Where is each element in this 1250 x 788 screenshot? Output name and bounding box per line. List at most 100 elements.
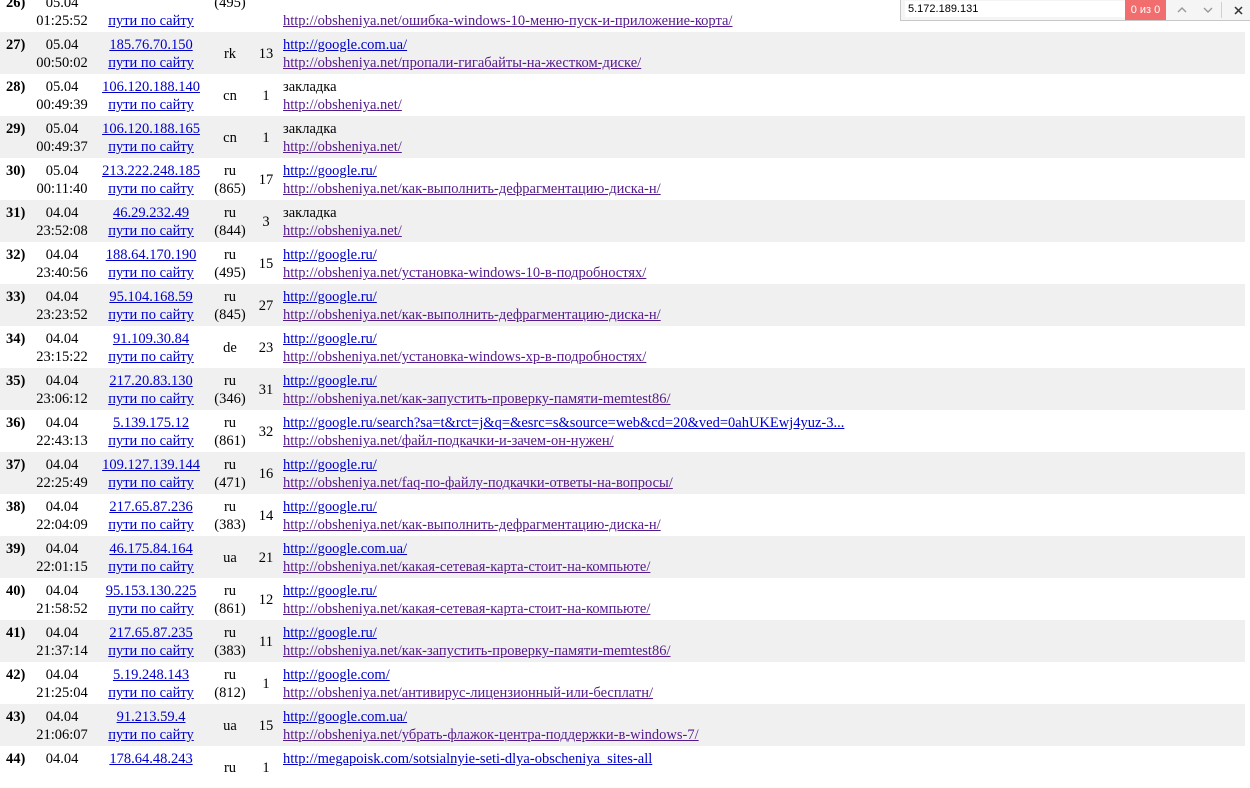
ip-link[interactable]: 217.20.83.130 bbox=[109, 373, 192, 389]
paths-line: пути по сайту bbox=[95, 138, 207, 156]
page-link[interactable]: http://obsheniya.net/как-выполнить-дефра… bbox=[283, 307, 661, 323]
referrer-link[interactable]: http://google.ru/ bbox=[283, 331, 377, 347]
referrer-link[interactable]: http://google.ru/ bbox=[283, 289, 377, 305]
ip-link[interactable]: 5.139.175.12 bbox=[113, 415, 189, 431]
page-link[interactable]: http://obsheniya.net/ bbox=[283, 139, 402, 155]
ip-link[interactable]: 91.213.59.4 bbox=[117, 709, 186, 725]
referrer-link[interactable]: http://google.com.ua/ bbox=[283, 37, 407, 53]
site-paths-link[interactable]: пути по сайту bbox=[108, 643, 194, 659]
page-link[interactable]: http://obsheniya.net/ bbox=[283, 223, 402, 239]
site-paths-link[interactable]: пути по сайту bbox=[108, 601, 194, 617]
site-paths-link[interactable]: пути по сайту bbox=[108, 391, 194, 407]
ip-line: 95.153.130.225 bbox=[95, 582, 207, 600]
page-link[interactable]: http://obsheniya.net/пропали-гигабайты-н… bbox=[283, 55, 641, 71]
visitor-ip-cell: 5.19.248.143 пути по сайту bbox=[95, 666, 207, 702]
site-paths-link[interactable]: пути по сайту bbox=[108, 727, 194, 743]
page-link[interactable]: http://obsheniya.net/как-запустить-прове… bbox=[283, 391, 670, 407]
visit-time: 01:25:52 bbox=[36, 13, 88, 29]
page-link[interactable]: http://obsheniya.net/ошибка-windows-10-м… bbox=[283, 13, 732, 29]
referrer-link[interactable]: http://google.ru/ bbox=[283, 247, 377, 263]
ip-line: 217.20.83.130 bbox=[95, 372, 207, 390]
ip-link[interactable]: 109.127.139.144 bbox=[102, 457, 200, 473]
referrer-link[interactable]: http://google.ru/ bbox=[283, 583, 377, 599]
row-number: 40) bbox=[6, 583, 26, 599]
page-link[interactable]: http://obsheniya.net/как-выполнить-дефра… bbox=[283, 517, 661, 533]
ip-link[interactable]: 106.120.188.165 bbox=[102, 121, 200, 137]
site-paths-link[interactable]: пути по сайту bbox=[108, 307, 194, 323]
site-paths-link[interactable]: пути по сайту bbox=[108, 517, 194, 533]
paths-line: пути по сайту bbox=[95, 222, 207, 240]
chevron-down-icon bbox=[1203, 7, 1213, 13]
paths-line: пути по сайту bbox=[95, 306, 207, 324]
referrer-link[interactable]: http://google.ru/ bbox=[283, 457, 377, 473]
visit-count: 23 bbox=[258, 340, 274, 356]
site-paths-link[interactable]: пути по сайту bbox=[108, 559, 194, 575]
find-input[interactable] bbox=[905, 1, 1127, 17]
page-link[interactable]: http://obsheniya.net/как-запустить-прове… bbox=[283, 643, 670, 659]
ip-link[interactable]: 95.153.130.225 bbox=[106, 583, 197, 599]
ip-line: 91.109.30.84 bbox=[95, 330, 207, 348]
ip-link[interactable]: 188.64.170.190 bbox=[106, 247, 197, 263]
referrer-link[interactable]: http://google.ru/search?sa=t&rct=j&q=&es… bbox=[283, 415, 844, 431]
page-link[interactable]: http://obsheniya.net/faq-по-файлу-подкач… bbox=[283, 475, 673, 491]
visit-datetime: 04.04 bbox=[33, 750, 91, 768]
find-previous-button[interactable] bbox=[1169, 0, 1195, 20]
page-link[interactable]: http://obsheniya.net/файл-подкачки-и-зач… bbox=[283, 433, 614, 449]
referrer-link[interactable]: http://google.ru/ bbox=[283, 625, 377, 641]
ip-link[interactable]: 46.29.232.49 bbox=[113, 205, 189, 221]
ip-link[interactable]: 178.64.48.243 bbox=[109, 751, 192, 767]
page-link[interactable]: http://obsheniya.net/убрать-флажок-центр… bbox=[283, 727, 699, 743]
site-paths-link[interactable]: пути по сайту bbox=[108, 97, 194, 113]
referrer-line: http://google.ru/ bbox=[283, 372, 670, 390]
site-paths-link[interactable]: пути по сайту bbox=[108, 13, 194, 29]
page-link[interactable]: http://obsheniya.net/как-выполнить-дефра… bbox=[283, 181, 661, 197]
site-paths-link[interactable]: пути по сайту bbox=[108, 349, 194, 365]
referrer-link[interactable]: http://google.ru/ bbox=[283, 163, 377, 179]
ip-link[interactable]: 106.120.188.140 bbox=[102, 79, 200, 95]
referrer-line: http://google.com.ua/ bbox=[283, 36, 641, 54]
visitor-ip-cell: 213.222.248.185 пути по сайту bbox=[95, 162, 207, 198]
region-code: (471) bbox=[214, 475, 246, 491]
visitor-location: rk bbox=[208, 45, 252, 63]
visitor-ip-cell: 91.109.30.84 пути по сайту bbox=[95, 330, 207, 366]
visitor-ip-cell: 91.213.59.4 пути по сайту bbox=[95, 708, 207, 744]
site-paths-link[interactable]: пути по сайту bbox=[108, 433, 194, 449]
page-link[interactable]: http://obsheniya.net/какая-сетевая-карта… bbox=[283, 601, 650, 617]
ip-link[interactable]: 5.19.248.143 bbox=[113, 667, 189, 683]
site-paths-link[interactable]: пути по сайту bbox=[108, 55, 194, 71]
find-close-button[interactable] bbox=[1225, 0, 1250, 20]
referrer-link[interactable]: http://megapoisk.com/sotsialnyie-seti-dl… bbox=[283, 751, 652, 767]
visitor-location: cn bbox=[208, 87, 252, 105]
site-paths-link[interactable]: пути по сайту bbox=[108, 139, 194, 155]
ip-link[interactable]: 217.65.87.235 bbox=[109, 625, 192, 641]
referrer-link[interactable]: http://google.com/ bbox=[283, 667, 390, 683]
referrer-link[interactable]: http://google.com.ua/ bbox=[283, 709, 407, 725]
site-paths-link[interactable]: пути по сайту bbox=[108, 223, 194, 239]
site-paths-link[interactable]: пути по сайту bbox=[108, 265, 194, 281]
row-number: 44) bbox=[6, 751, 26, 767]
region-code: (383) bbox=[214, 643, 246, 659]
page-link[interactable]: http://obsheniya.net/установка-windows-1… bbox=[283, 265, 646, 281]
ip-link[interactable]: 91.109.30.84 bbox=[113, 331, 189, 347]
table-row: 39) 04.04 22:01:15 46.175.84.164 пути по сай… bbox=[0, 536, 1245, 578]
referrer-link[interactable]: http://google.com.ua/ bbox=[283, 541, 407, 557]
site-paths-link[interactable]: пути по сайту bbox=[108, 475, 194, 491]
ip-link[interactable]: 185.76.70.150 bbox=[109, 37, 192, 53]
site-paths-link[interactable]: пути по сайту bbox=[108, 685, 194, 701]
page-link[interactable]: http://obsheniya.net/антивирус-лицензион… bbox=[283, 685, 653, 701]
ip-link[interactable]: 46.175.84.164 bbox=[109, 541, 192, 557]
page-link[interactable]: http://obsheniya.net/ bbox=[283, 97, 402, 113]
visit-time: 22:04:09 bbox=[36, 517, 88, 533]
site-paths-link[interactable]: пути по сайту bbox=[108, 181, 194, 197]
referrer-link[interactable]: http://google.ru/ bbox=[283, 373, 377, 389]
page-link[interactable]: http://obsheniya.net/какая-сетевая-карта… bbox=[283, 559, 650, 575]
ip-link[interactable]: 217.65.87.236 bbox=[109, 499, 192, 515]
visitor-location: ru (845) bbox=[208, 288, 252, 324]
ip-link[interactable]: 213.222.248.185 bbox=[102, 163, 200, 179]
find-next-button[interactable] bbox=[1195, 0, 1221, 20]
row-number: 35) bbox=[6, 373, 26, 389]
ip-link[interactable]: 95.104.168.59 bbox=[109, 289, 192, 305]
page-link[interactable]: http://obsheniya.net/установка-windows-x… bbox=[283, 349, 646, 365]
referrer-link[interactable]: http://google.ru/ bbox=[283, 499, 377, 515]
referrer-line: http://google.ru/search?sa=t&rct=j&q=&es… bbox=[283, 414, 844, 432]
